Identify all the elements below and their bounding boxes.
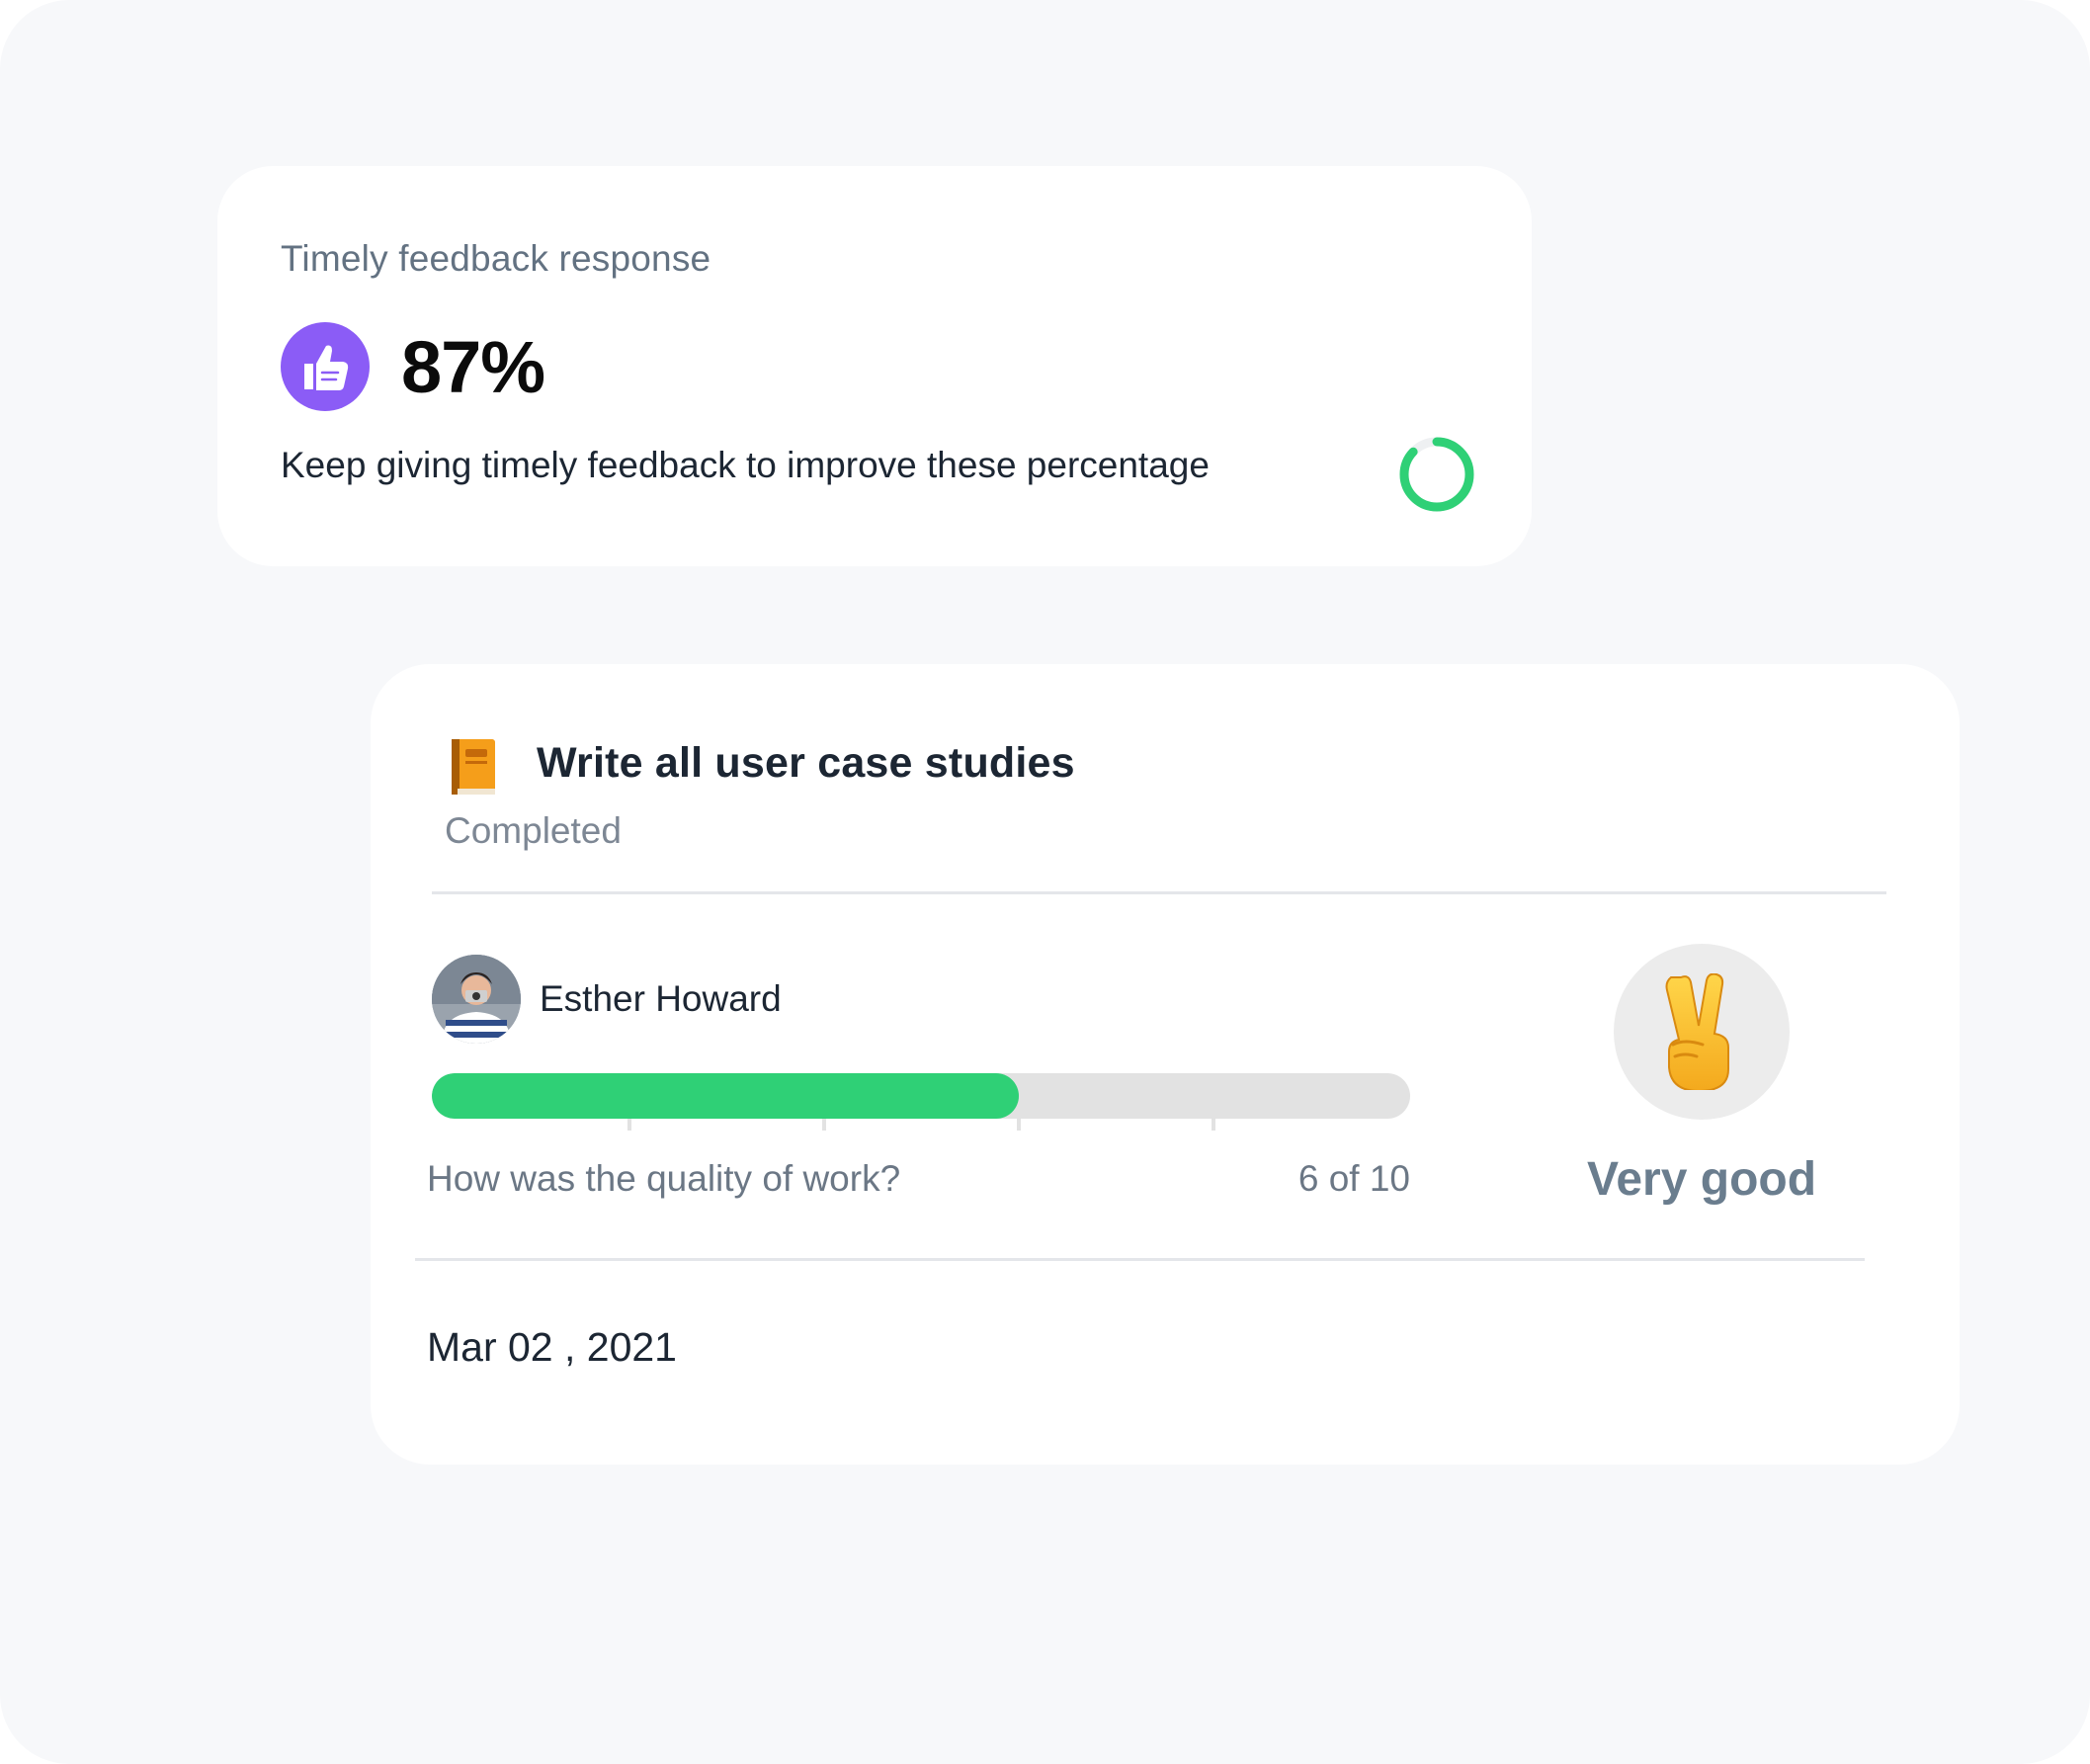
quality-rating-bar[interactable]	[432, 1073, 1410, 1119]
rating-emoji-badge	[1614, 944, 1790, 1120]
rating-tick	[822, 1119, 826, 1131]
divider	[415, 1258, 1865, 1261]
rating-tick	[1017, 1119, 1021, 1131]
divider	[432, 891, 1886, 894]
rating-label: Very good	[1586, 1153, 1817, 1206]
feedback-response-card: Timely feedback response 87% Keep giving…	[217, 166, 1532, 566]
avatar[interactable]	[432, 955, 521, 1044]
rating-question: How was the quality of work?	[427, 1158, 901, 1199]
feedback-percentage: 87%	[401, 326, 545, 408]
victory-hand-icon	[1665, 973, 1729, 1090]
book-icon	[452, 739, 495, 795]
feedback-label: Timely feedback response	[281, 238, 711, 279]
task-review-card: Write all user case studies Completed Es…	[371, 664, 1960, 1465]
feedback-hint: Keep giving timely feedback to improve t…	[281, 445, 1210, 485]
quality-rating-fill	[432, 1073, 1019, 1119]
rating-tick	[1212, 1119, 1215, 1131]
background-frame: Timely feedback response 87% Keep giving…	[0, 0, 2090, 1764]
rating-tick	[627, 1119, 631, 1131]
task-title: Write all user case studies	[537, 739, 1075, 787]
reviewer-name[interactable]: Esther Howard	[540, 978, 782, 1020]
task-status: Completed	[445, 810, 622, 851]
progress-ring	[1399, 437, 1474, 512]
review-date: Mar 02 , 2021	[427, 1324, 677, 1370]
rating-score: 6 of 10	[1297, 1158, 1410, 1199]
thumbs-up-icon	[281, 322, 370, 411]
